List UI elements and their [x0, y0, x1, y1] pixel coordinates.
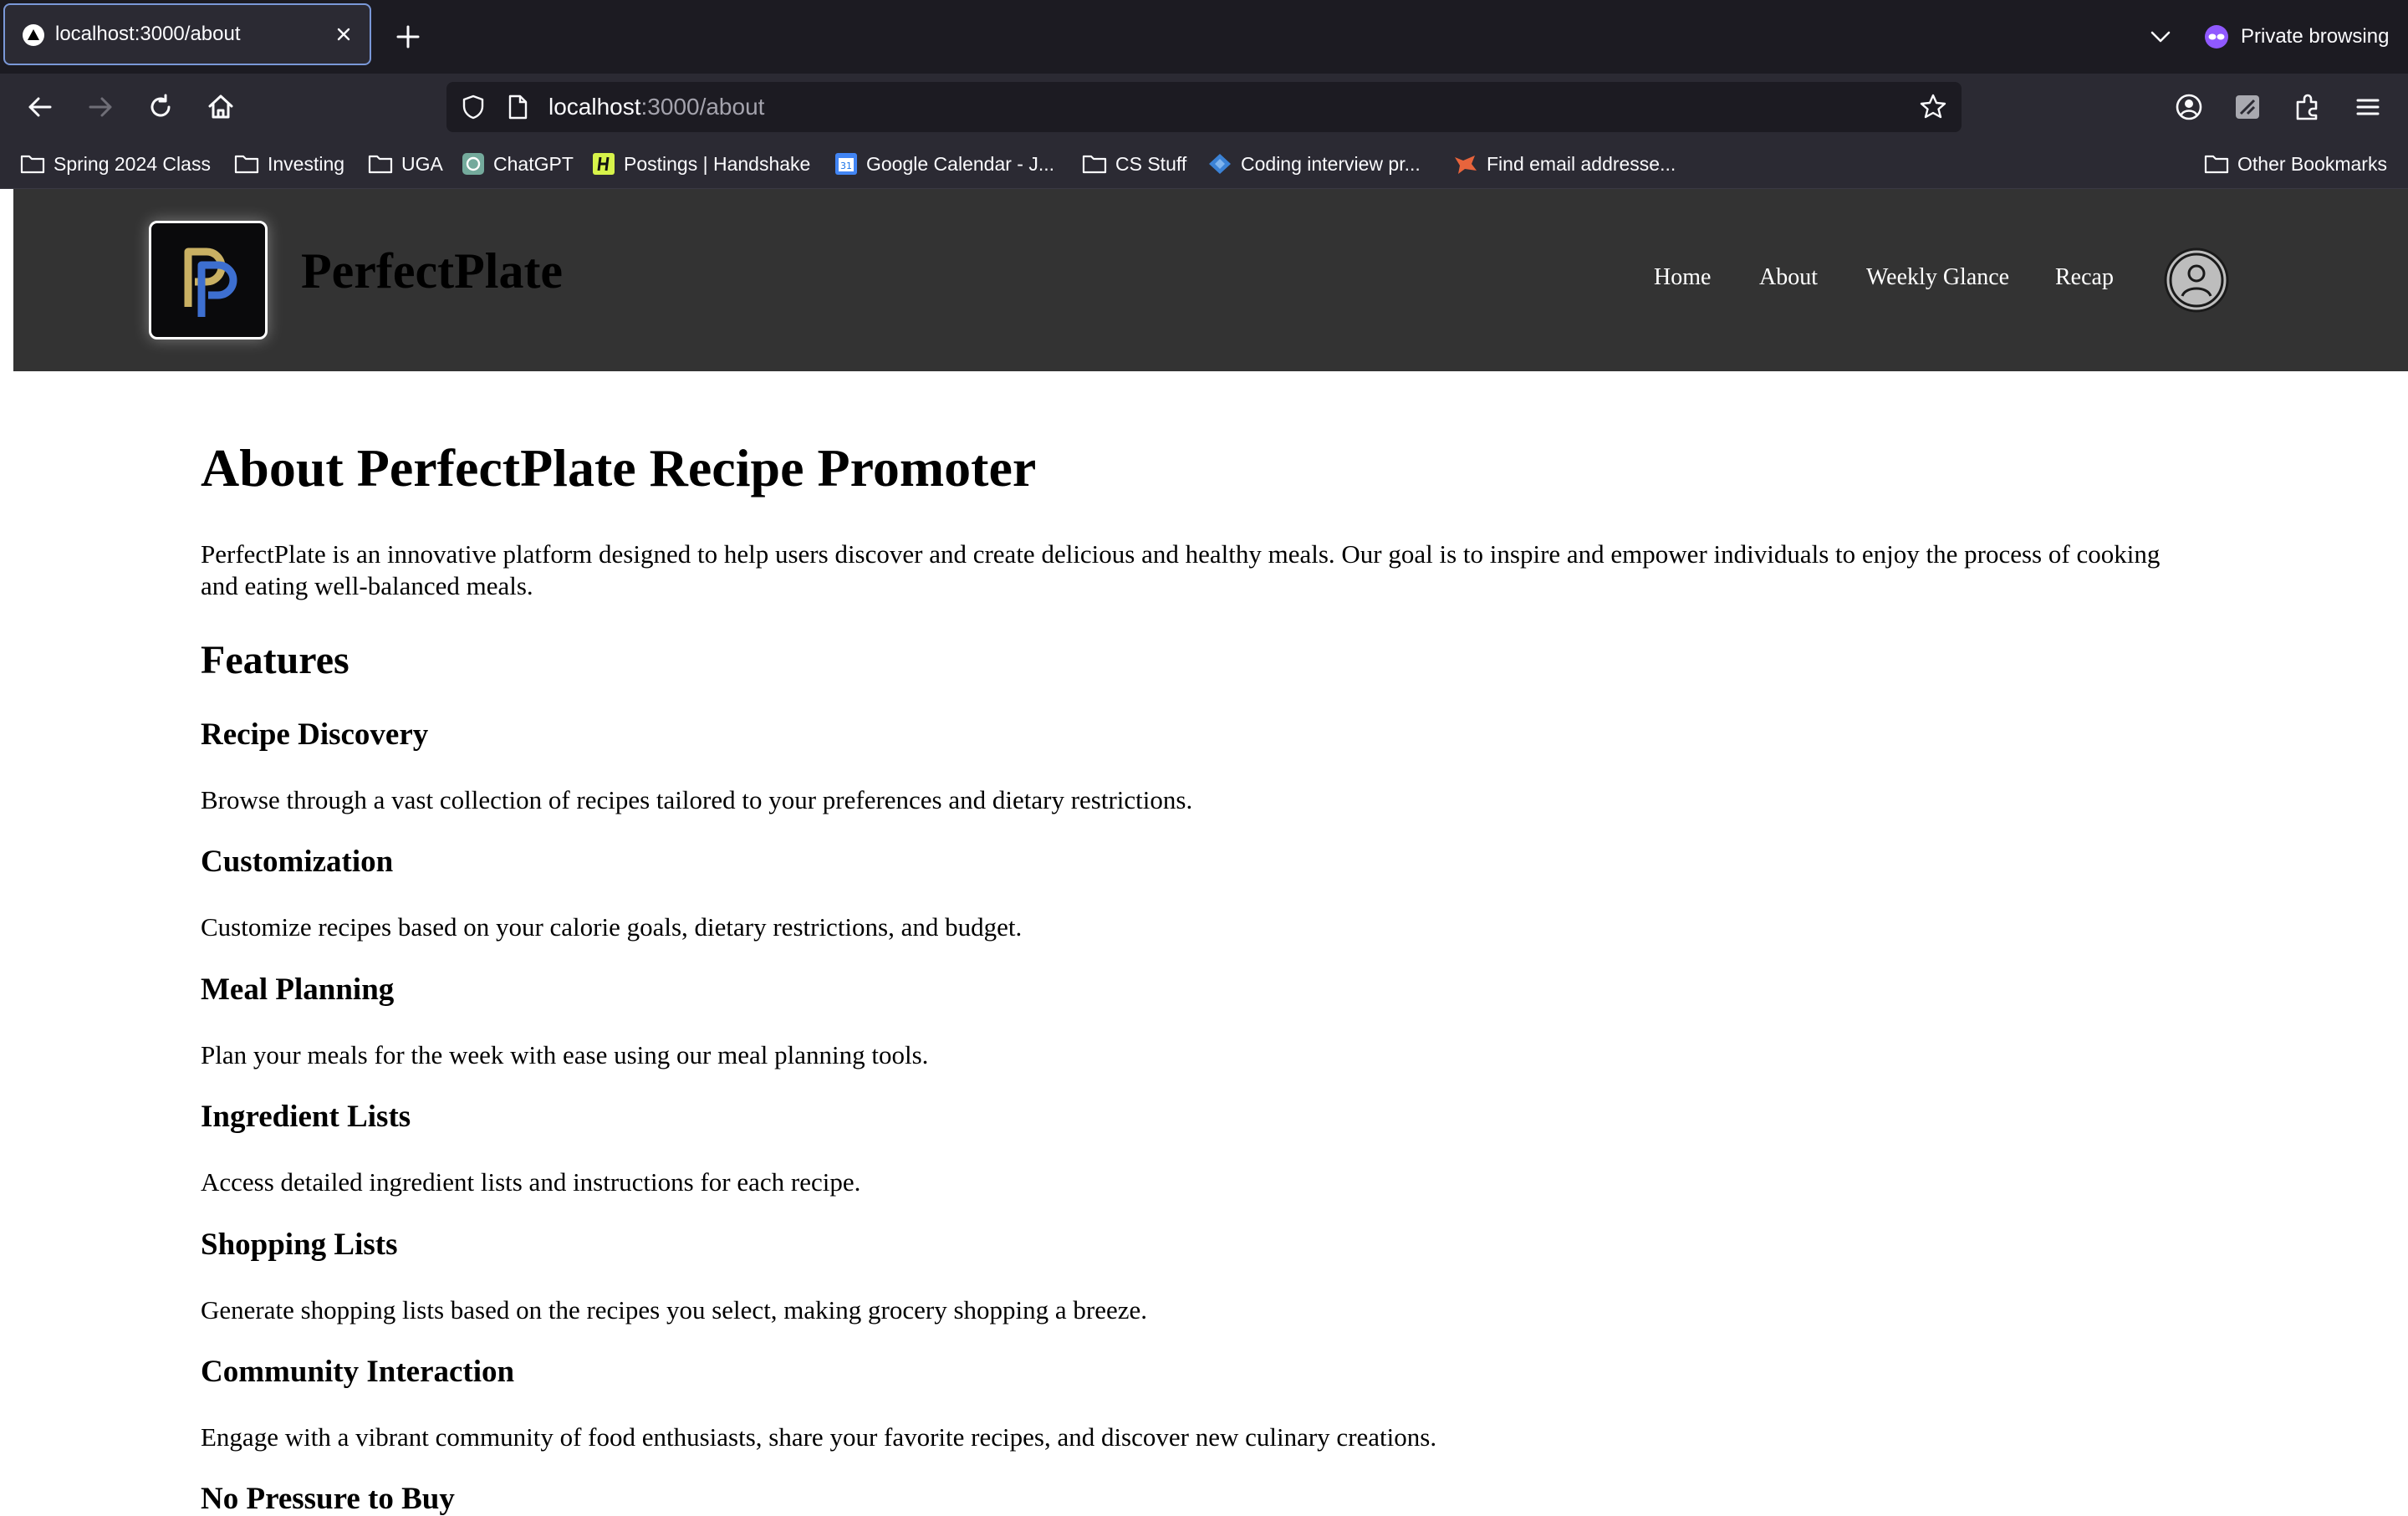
address-bar[interactable]: localhost:3000/about [446, 82, 1962, 132]
account-icon[interactable] [2171, 89, 2207, 125]
extension-note-icon[interactable] [2229, 89, 2266, 125]
bookmark-folder[interactable]: Spring 2024 Class [20, 140, 211, 187]
bookmark-link[interactable]: Coding interview pr... [1207, 140, 1421, 187]
other-bookmarks-label: Other Bookmarks [2237, 152, 2387, 175]
nav-weekly-glance[interactable]: Weekly Glance [1866, 266, 2009, 289]
feature-description: Browse through a vast collection of reci… [201, 785, 1193, 814]
nav-recap[interactable]: Recap [2055, 266, 2114, 289]
bookmark-label: Coding interview pr... [1241, 152, 1421, 175]
private-browsing-label: Private browsing [2241, 25, 2390, 48]
bookmark-folder[interactable]: CS Stuff [1082, 140, 1186, 187]
bookmark-link[interactable]: Find email addresse... [1453, 140, 1676, 187]
feature-title: Shopping Lists [201, 1228, 398, 1262]
chatgpt-icon [462, 153, 484, 175]
fox-icon [1455, 156, 1477, 174]
bookmark-link[interactable]: ChatGPT [462, 140, 574, 187]
folder-icon [368, 155, 393, 174]
url-text[interactable]: localhost:3000/about [548, 82, 764, 132]
user-avatar-icon[interactable] [2164, 248, 2229, 313]
folder-icon [234, 155, 259, 174]
features-heading: Features [201, 638, 349, 682]
site-header: PerfectPlate Home About Weekly Glance Re… [13, 189, 2408, 371]
feature-description: Generate shopping lists based on the rec… [201, 1295, 1147, 1325]
brand-name[interactable]: PerfectPlate [301, 246, 563, 296]
handshake-icon [593, 153, 615, 175]
new-tab-icon[interactable] [393, 22, 423, 52]
perfectplate-logo-icon [184, 248, 237, 317]
brand-logo[interactable] [149, 221, 268, 339]
feature-description: Access detailed ingredient lists and ins… [201, 1167, 861, 1197]
bookmark-folder[interactable]: UGA [368, 140, 443, 187]
bookmark-star-icon[interactable] [1918, 92, 1948, 122]
bookmark-label: CS Stuff [1115, 152, 1187, 175]
nav-home[interactable]: Home [1654, 266, 1711, 289]
bookmark-label: ChatGPT [493, 152, 574, 175]
bookmark-link[interactable]: 31 Google Calendar - J... [834, 140, 1054, 187]
page-title: About PerfectPlate Recipe Promoter [201, 438, 1037, 498]
folder-icon [20, 155, 45, 174]
calendar-icon: 31 [835, 153, 857, 175]
diamond-icon [1209, 154, 1231, 174]
forward-arrow-icon[interactable] [82, 89, 119, 125]
browser-tab-strip: localhost:3000/about Private browsing [0, 0, 2408, 74]
browser-tab[interactable]: localhost:3000/about [3, 3, 371, 65]
url-host: localhost [548, 94, 641, 120]
bookmark-label: UGA [401, 152, 443, 175]
extensions-puzzle-icon[interactable] [2289, 89, 2326, 125]
feature-description: Engage with a vibrant community of food … [201, 1422, 1437, 1452]
nav-about[interactable]: About [1759, 266, 1818, 289]
bookmarks-toolbar: Spring 2024 Class Investing UGA ChatGPT … [0, 140, 2408, 189]
feature-description: Plan your meals for the week with ease u… [201, 1040, 929, 1069]
feature-title: Community Interaction [201, 1355, 515, 1389]
svg-text:31: 31 [840, 161, 852, 171]
feature-title: Customization [201, 845, 394, 879]
shield-icon[interactable] [458, 92, 488, 122]
bookmark-link[interactable]: Postings | Handshake [592, 140, 810, 187]
folder-icon [1082, 155, 1107, 174]
page-icon[interactable] [505, 94, 530, 120]
feature-title: No Pressure to Buy [201, 1482, 455, 1516]
feature-title: Recipe Discovery [201, 717, 429, 752]
bookmark-folder[interactable]: Investing [234, 140, 344, 187]
other-bookmarks-folder[interactable]: Other Bookmarks [2204, 140, 2387, 187]
home-icon[interactable] [202, 89, 239, 125]
folder-icon [2204, 155, 2229, 174]
private-mask-icon [2205, 25, 2228, 48]
feature-title: Meal Planning [201, 972, 395, 1007]
intro-paragraph: PerfectPlate is an innovative platform d… [201, 539, 2161, 600]
chevron-down-icon[interactable] [2147, 23, 2174, 50]
bookmark-label: Google Calendar - J... [866, 152, 1055, 175]
feature-title: Ingredient Lists [201, 1100, 411, 1134]
reload-icon[interactable] [142, 89, 179, 125]
bookmark-label: Find email addresse... [1487, 152, 1676, 175]
menu-icon[interactable] [2349, 89, 2386, 125]
bookmark-label: Postings | Handshake [624, 152, 811, 175]
browser-toolbar: localhost:3000/about [0, 74, 2408, 140]
close-tab-icon[interactable] [331, 22, 356, 47]
site-favicon-icon [23, 24, 44, 46]
bookmark-label: Spring 2024 Class [54, 152, 211, 175]
back-arrow-icon[interactable] [22, 89, 59, 125]
tab-title: localhost:3000/about [55, 23, 241, 45]
feature-description: Customize recipes based on your calorie … [201, 912, 1023, 942]
private-browsing-indicator: Private browsing [2204, 17, 2389, 57]
url-path: :3000/about [640, 94, 765, 120]
bookmark-label: Investing [268, 152, 345, 175]
